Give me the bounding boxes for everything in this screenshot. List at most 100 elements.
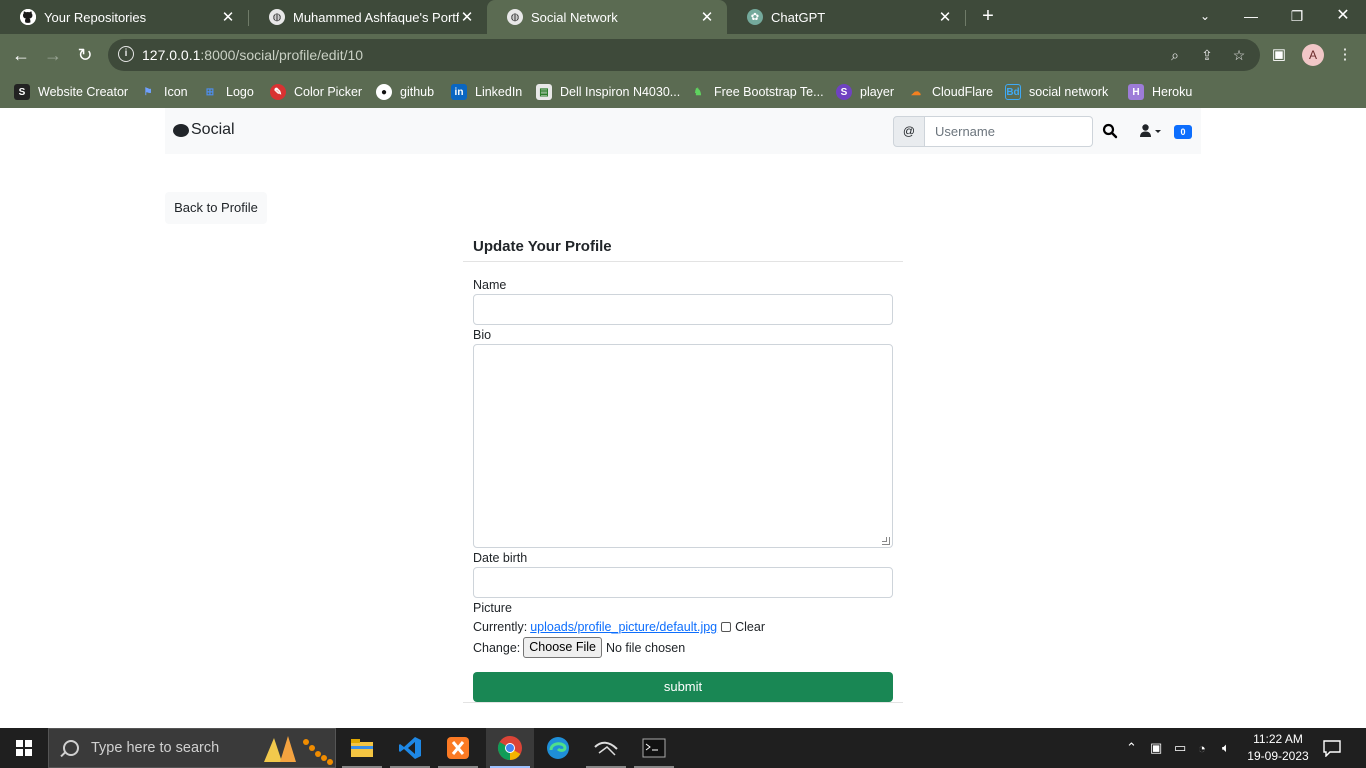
date-birth-label: Date birth	[473, 551, 528, 565]
windows-taskbar: Type here to search ⌃ ▣ ▭ ◔ 🔈︎ 11:22 AM …	[0, 728, 1366, 768]
bookmark-label: LinkedIn	[475, 85, 523, 99]
meet-now-icon[interactable]: ▣	[1150, 728, 1168, 768]
bookmark-label: Logo	[226, 85, 254, 99]
bookmark-social-network[interactable]: Bd social network	[1005, 82, 1108, 102]
reload-icon[interactable]: ↻	[72, 42, 98, 68]
back-arrow-icon[interactable]: ←	[8, 42, 34, 68]
github-icon: ●	[376, 84, 392, 100]
clear-label: Clear	[735, 620, 765, 634]
tab-title: ChatGPT	[771, 9, 826, 25]
tab-social-network[interactable]: ◍ Social Network ✕	[487, 0, 727, 34]
taskbar-search-placeholder: Type here to search	[91, 740, 220, 756]
share-icon[interactable]: ⇪	[1198, 46, 1216, 64]
bookmark-heroku[interactable]: H Heroku	[1128, 82, 1192, 102]
profile-avatar[interactable]: A	[1302, 44, 1324, 66]
minimize-button[interactable]: —	[1228, 0, 1274, 34]
menu-kebab-icon[interactable]: ⋮	[1336, 46, 1354, 64]
user-dropdown-icon[interactable]	[1140, 124, 1162, 138]
submit-button[interactable]: submit	[473, 672, 893, 702]
close-tab-icon[interactable]: ✕	[220, 8, 236, 26]
tab-separator	[965, 10, 966, 26]
zoom-icon[interactable]: ⌕	[1166, 46, 1184, 64]
bookmark-star-icon[interactable]: ☆	[1230, 46, 1248, 64]
xampp-icon[interactable]	[434, 728, 482, 768]
file-explorer-icon[interactable]	[338, 728, 386, 768]
bookmark-color-picker[interactable]: ✎ Color Picker	[270, 82, 362, 102]
logo-icon: ⊞	[205, 86, 215, 98]
update-profile-card: Update Your Profile Name Bio Date birth …	[463, 232, 903, 704]
bookmark-linkedin[interactable]: in LinkedIn	[451, 82, 522, 102]
search-icon[interactable]	[1102, 123, 1118, 139]
bio-label: Bio	[473, 328, 492, 342]
chevron-up-icon[interactable]: ⌃	[1126, 728, 1142, 768]
bookmark-label: Free Bootstrap Te...	[714, 85, 824, 99]
close-tab-icon[interactable]: ✕	[699, 8, 715, 26]
currently-label: Currently:	[473, 620, 528, 634]
bookmark-cloudflare[interactable]: ☁ CloudFlare	[908, 82, 993, 102]
bookmark-dell[interactable]: ▤ Dell Inspiron N4030...	[536, 82, 680, 102]
username-search-group: @ Username	[893, 116, 1093, 147]
tab-portfolio[interactable]: ◍ Muhammed Ashfaque's Portfolio ✕	[249, 0, 487, 34]
bookmark-website-creator[interactable]: S Website Creator	[14, 82, 128, 102]
dell-icon: ▤	[536, 84, 552, 100]
close-tab-icon[interactable]: ✕	[459, 8, 475, 26]
close-window-button[interactable]: ✕	[1320, 0, 1366, 34]
tab-chatgpt[interactable]: ✿ ChatGPT ✕	[727, 0, 965, 34]
current-picture-link[interactable]: uploads/profile_picture/default.jpg	[530, 620, 717, 634]
notifications-badge[interactable]: 0	[1174, 125, 1192, 139]
kali-terminal-icon[interactable]	[582, 728, 630, 768]
bookmark-logo[interactable]: ⊞ Logo	[202, 82, 254, 102]
volume-icon[interactable]: 🔈︎	[1222, 728, 1240, 768]
battery-icon[interactable]: ▭	[1174, 728, 1192, 768]
choose-file-button[interactable]: Choose File	[523, 637, 602, 658]
side-panel-icon[interactable]: ▣	[1270, 46, 1288, 64]
address-bar[interactable]: i 127.0.0.1:8000/social/profile/edit/10 …	[108, 39, 1260, 71]
new-tab-button[interactable]: +	[976, 4, 1000, 28]
restore-button[interactable]: ❐	[1274, 0, 1320, 34]
browser-tab-strip: Your Repositories ✕ ◍ Muhammed Ashfaque'…	[0, 0, 1366, 34]
cloudflare-icon: ☁	[911, 86, 921, 98]
linkedin-icon: in	[451, 84, 467, 100]
brand-link[interactable]: Social	[173, 121, 235, 139]
bookmark-label: Icon	[164, 85, 188, 99]
username-search-input[interactable]: Username	[925, 116, 1093, 147]
bookmark-player[interactable]: Splayer	[836, 82, 894, 102]
edge-icon[interactable]	[534, 728, 582, 768]
name-field[interactable]	[473, 294, 893, 325]
change-label: Change:	[473, 640, 521, 655]
back-to-profile-button[interactable]: Back to Profile	[165, 192, 267, 224]
clear-checkbox[interactable]	[721, 622, 732, 632]
bookmark-label: social network	[1029, 85, 1109, 99]
wifi-icon[interactable]: ◔	[1198, 728, 1216, 768]
chrome-icon[interactable]	[486, 728, 534, 768]
vscode-icon[interactable]	[386, 728, 434, 768]
terminal-icon[interactable]	[630, 728, 678, 768]
github-icon	[20, 9, 36, 25]
bookmark-bootstrap-template[interactable]: ♞ Free Bootstrap Te...	[690, 82, 824, 102]
tab-your-repositories[interactable]: Your Repositories ✕	[0, 0, 248, 34]
search-icon	[63, 740, 79, 756]
resize-handle-icon[interactable]	[882, 537, 890, 545]
notification-center-icon[interactable]	[1322, 728, 1344, 768]
tab-search-chevron-icon[interactable]: ⌄	[1182, 0, 1228, 34]
close-tab-icon[interactable]: ✕	[937, 8, 953, 26]
picture-label: Picture	[473, 601, 512, 615]
site-info-icon[interactable]: i	[118, 46, 134, 62]
forward-arrow-icon[interactable]: →	[40, 42, 66, 68]
bookmark-github[interactable]: ● github	[376, 82, 434, 102]
bio-textarea[interactable]	[473, 344, 893, 548]
url-text[interactable]: 127.0.0.1:8000/social/profile/edit/10	[142, 47, 363, 63]
url-path: :8000/social/profile/edit/10	[200, 47, 364, 63]
bookmark-icon[interactable]: ⚑ Icon	[140, 82, 188, 102]
search-highlight-icon	[256, 728, 336, 768]
tab-title: Muhammed Ashfaque's Portfolio	[293, 9, 459, 25]
windows-start-icon[interactable]	[0, 728, 48, 768]
bd-icon: Bd	[1005, 84, 1021, 100]
form-title: Update Your Profile	[473, 238, 612, 255]
date-birth-field[interactable]	[473, 567, 893, 598]
heroku-icon: H	[1128, 84, 1144, 100]
browser-toolbar: ← → ↻ i 127.0.0.1:8000/social/profile/ed…	[0, 34, 1366, 76]
bookmark-label: Website Creator	[38, 85, 129, 99]
clock[interactable]: 11:22 AM 19-09-2023	[1244, 731, 1312, 765]
divider	[463, 702, 903, 703]
